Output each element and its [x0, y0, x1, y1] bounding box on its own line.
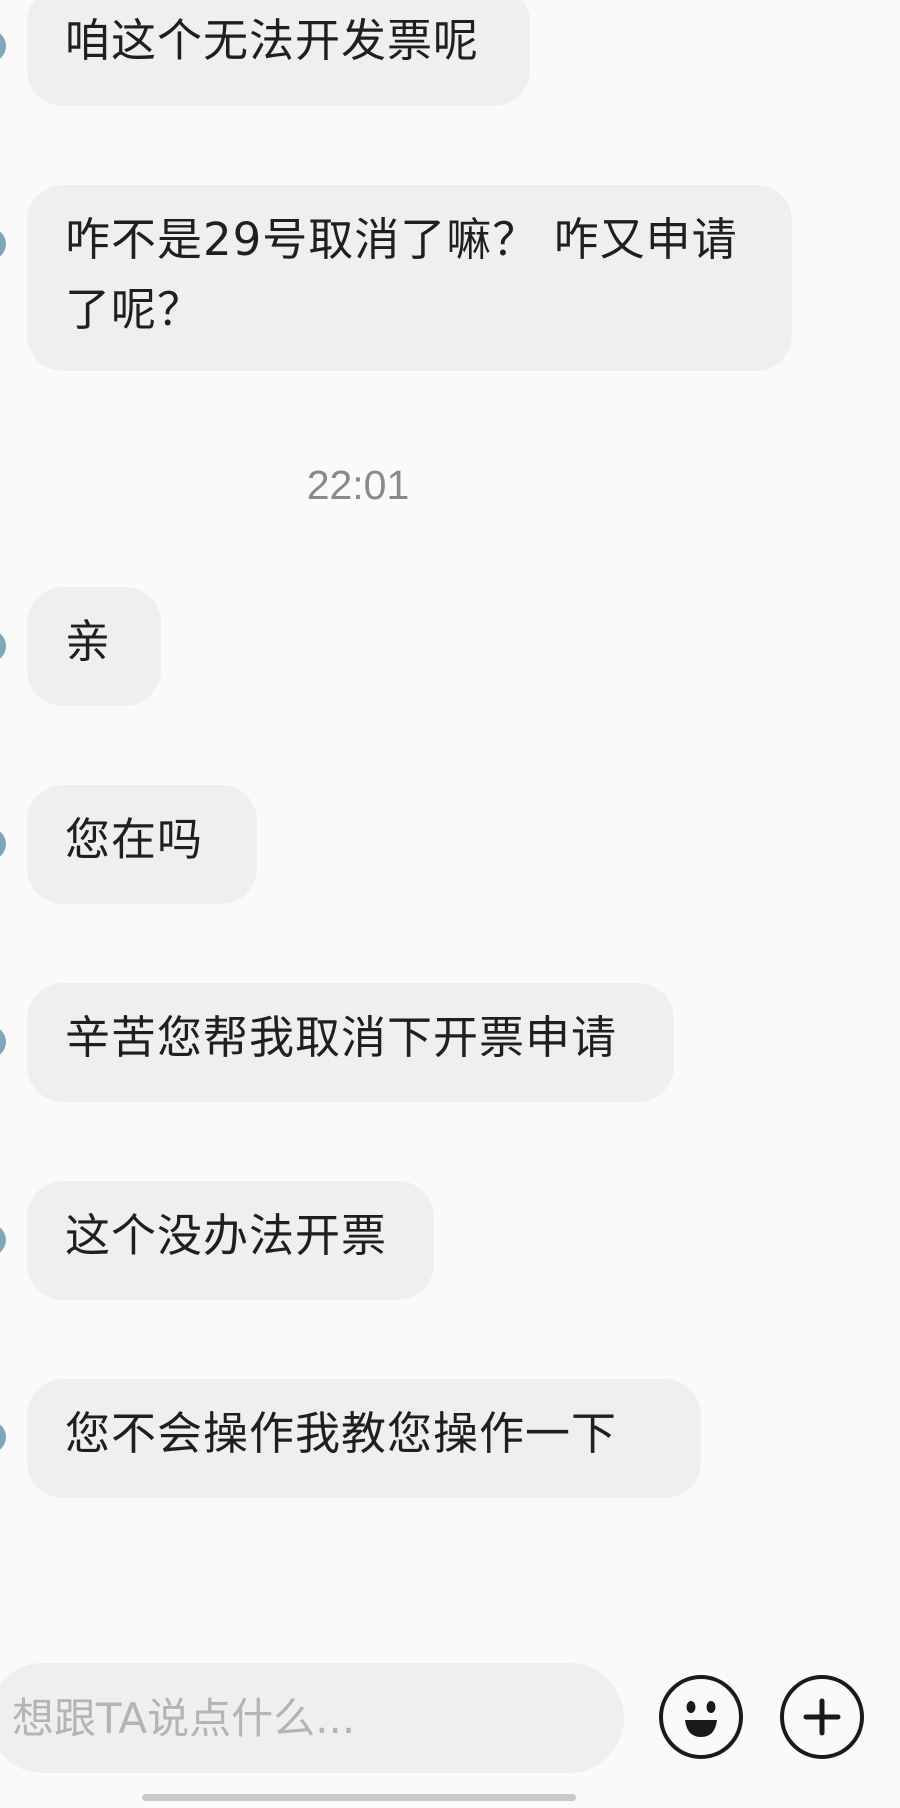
message-bubble[interactable]: 这个没办法开票: [27, 1181, 434, 1300]
avatar[interactable]: [0, 30, 6, 62]
message-bubble[interactable]: 亲: [27, 587, 161, 706]
chat-scroll-area[interactable]: 咱这个无法开发票呢 咋不是29号取消了嘛？ 咋又申请 了呢？ 22:01 亲 您…: [0, 0, 900, 1640]
add-button[interactable]: [780, 1675, 864, 1759]
time-divider: 22:01: [306, 462, 410, 508]
avatar[interactable]: [0, 1421, 6, 1453]
avatar[interactable]: [0, 630, 6, 662]
plus-circle-icon: [803, 1698, 841, 1736]
avatar[interactable]: [0, 1026, 6, 1058]
message-input[interactable]: [0, 1663, 624, 1773]
message-bubble[interactable]: 辛苦您帮我取消下开票申请: [27, 983, 674, 1102]
home-indicator-bar[interactable]: [142, 1794, 576, 1801]
smiley-face-icon: [685, 1701, 717, 1737]
avatar[interactable]: [0, 828, 6, 860]
avatar[interactable]: [0, 1224, 6, 1256]
emoji-button[interactable]: [659, 1675, 743, 1759]
message-bubble[interactable]: 您不会操作我教您操作一下: [27, 1379, 701, 1498]
avatar[interactable]: [0, 228, 6, 260]
message-bubble[interactable]: 您在吗: [27, 785, 257, 904]
message-composer: [0, 1660, 900, 1780]
message-bubble[interactable]: 咱这个无法开发票呢: [27, 0, 530, 106]
message-bubble[interactable]: 咋不是29号取消了嘛？ 咋又申请 了呢？: [27, 185, 792, 371]
